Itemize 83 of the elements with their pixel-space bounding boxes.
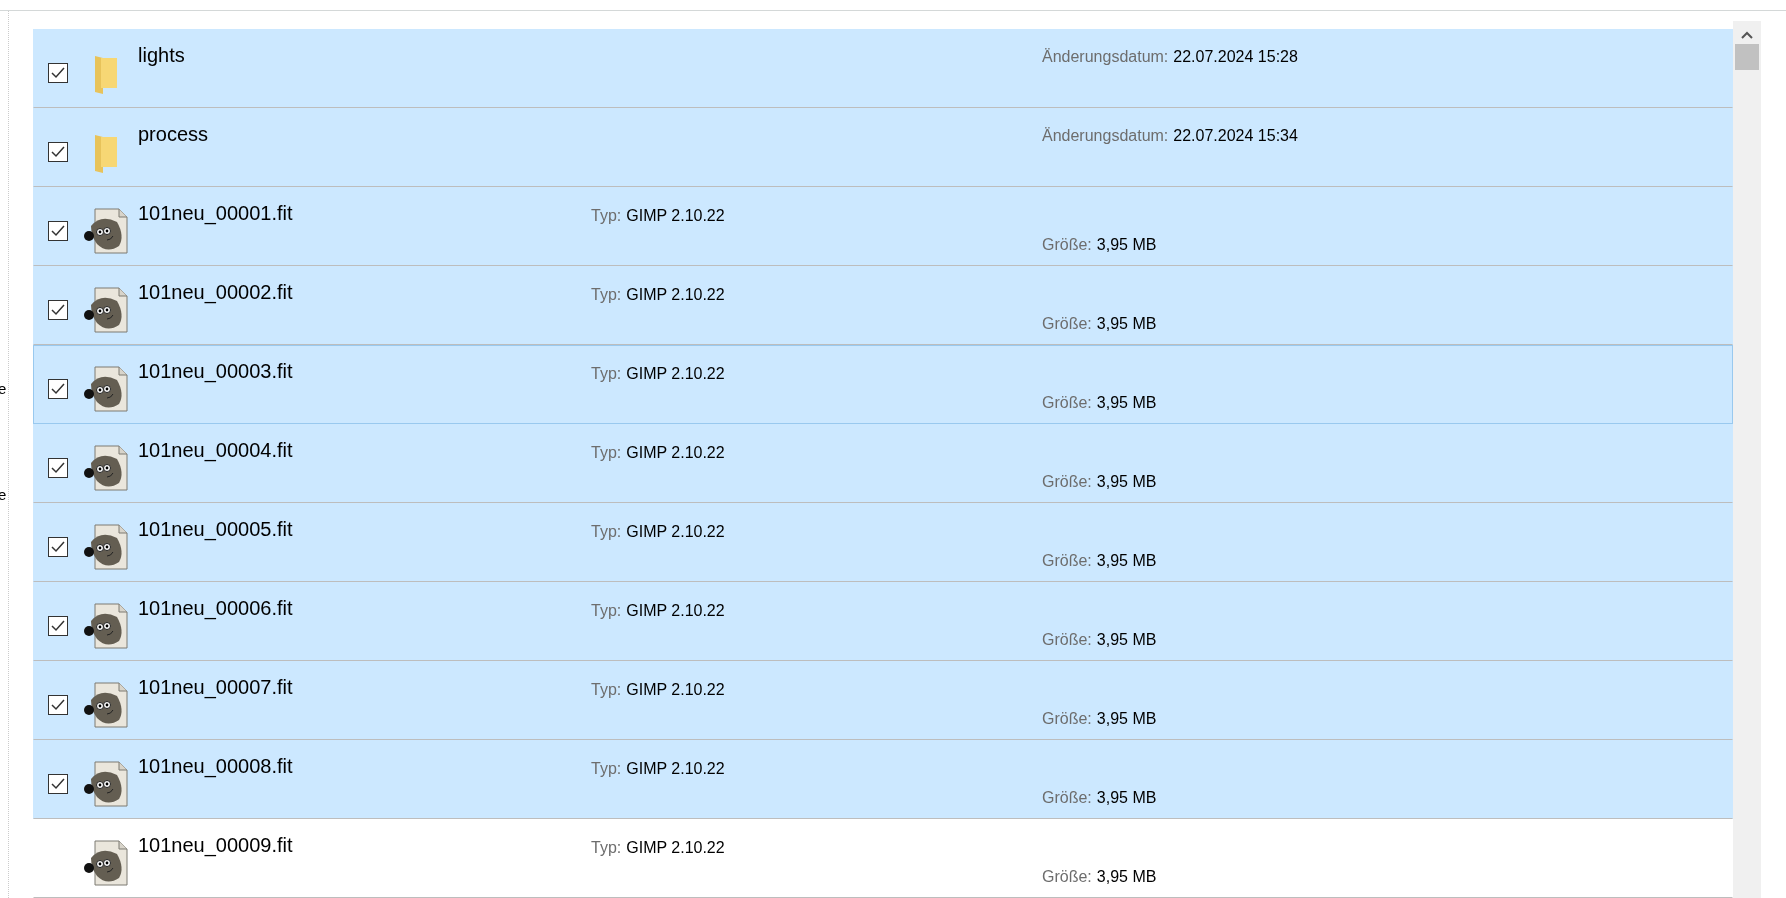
image-file-icon — [81, 600, 131, 651]
size-label: Größe: — [1042, 789, 1092, 806]
checkbox[interactable] — [48, 378, 68, 399]
size-label: Größe: — [1042, 868, 1092, 885]
type-label: Typ: — [591, 286, 622, 303]
size-value: 3,95 MB — [1096, 552, 1157, 569]
image-file-icon — [81, 363, 131, 414]
date-value: 22.07.2024 15:34 — [1173, 127, 1298, 144]
file-name: 101neu_00006.fit — [138, 597, 293, 619]
checkbox[interactable] — [48, 141, 68, 162]
scrollbar-thumb[interactable] — [1735, 44, 1759, 70]
file-row[interactable]: 101neu_00006.fit Typ: GIMP 2.10.22 Größe: 3,95 MB — [33, 582, 1733, 661]
file-row[interactable]: lights Änderungsdatum: 22.07.2024 15:28 — [33, 29, 1733, 108]
file-row[interactable]: 101neu_00001.fit Typ: GIMP 2.10.22 Größe: 3,95 MB — [33, 187, 1733, 266]
size-value: 3,95 MB — [1096, 394, 1157, 411]
type-label: Typ: — [591, 523, 622, 540]
image-file-icon — [81, 205, 131, 256]
checkbox[interactable] — [48, 220, 68, 241]
size-value: 3,95 MB — [1096, 710, 1157, 727]
size-value: 3,95 MB — [1096, 236, 1157, 253]
checkbox[interactable] — [48, 615, 68, 636]
type-value: GIMP 2.10.22 — [626, 681, 725, 698]
type-label: Typ: — [591, 207, 622, 224]
checkbox[interactable] — [48, 773, 68, 794]
file-row[interactable]: 101neu_00007.fit Typ: GIMP 2.10.22 Größe: 3,95 MB — [33, 661, 1733, 740]
file-row[interactable]: 101neu_00008.fit Typ: GIMP 2.10.22 Größe: 3,95 MB — [33, 740, 1733, 819]
checkbox[interactable] — [48, 299, 68, 320]
date-label: Änderungsdatum: — [1042, 48, 1169, 65]
checkbox[interactable] — [48, 62, 68, 83]
type-value: GIMP 2.10.22 — [626, 602, 725, 619]
size-label: Größe: — [1042, 710, 1092, 727]
type-value: GIMP 2.10.22 — [626, 839, 725, 856]
size-label: Größe: — [1042, 473, 1092, 490]
size-value: 3,95 MB — [1096, 473, 1157, 490]
image-file-icon — [81, 679, 131, 730]
file-name: 101neu_00001.fit — [138, 202, 293, 224]
file-name: process — [138, 123, 209, 145]
type-value: GIMP 2.10.22 — [626, 207, 725, 224]
file-row[interactable]: 101neu_00002.fit Typ: GIMP 2.10.22 Größe: 3,95 MB — [33, 266, 1733, 345]
image-file-icon — [81, 284, 131, 335]
checkbox[interactable] — [48, 694, 68, 715]
file-row[interactable]: 101neu_00005.fit Typ: GIMP 2.10.22 Größe: 3,95 MB — [33, 503, 1733, 582]
type-value: GIMP 2.10.22 — [626, 286, 725, 303]
image-file-icon — [81, 758, 131, 809]
type-value: GIMP 2.10.22 — [626, 444, 725, 461]
size-value: 3,95 MB — [1096, 789, 1157, 806]
file-name: 101neu_00004.fit — [138, 439, 293, 461]
type-label: Typ: — [591, 839, 622, 856]
size-value: 3,95 MB — [1096, 868, 1157, 885]
type-value: GIMP 2.10.22 — [626, 760, 725, 777]
type-label: Typ: — [591, 365, 622, 382]
file-name: 101neu_00002.fit — [138, 281, 293, 303]
file-row[interactable]: process Änderungsdatum: 22.07.2024 15:34 — [33, 108, 1733, 187]
file-name: 101neu_00008.fit — [138, 755, 293, 777]
type-label: Typ: — [591, 444, 622, 461]
image-file-icon — [81, 837, 131, 888]
file-name: lights — [138, 44, 185, 66]
size-label: Größe: — [1042, 631, 1092, 648]
file-row[interactable]: 101neu_00004.fit Typ: GIMP 2.10.22 Größe: 3,95 MB — [33, 424, 1733, 503]
size-value: 3,95 MB — [1096, 315, 1157, 332]
file-row[interactable]: 101neu_00003.fit Typ: GIMP 2.10.22 Größe: 3,95 MB — [33, 345, 1733, 424]
size-label: Größe: — [1042, 552, 1092, 569]
size-label: Größe: — [1042, 394, 1092, 411]
size-value: 3,95 MB — [1096, 631, 1157, 648]
type-label: Typ: — [591, 760, 622, 777]
image-file-icon — [81, 521, 131, 572]
image-file-icon — [81, 442, 131, 493]
scroll-up-icon[interactable] — [1741, 31, 1753, 39]
file-name: 101neu_00007.fit — [138, 676, 293, 698]
scrollbar[interactable] — [1733, 21, 1761, 898]
size-label: Größe: — [1042, 236, 1092, 253]
file-name: 101neu_00003.fit — [138, 360, 293, 382]
size-label: Größe: — [1042, 315, 1092, 332]
file-name: 101neu_00005.fit — [138, 518, 293, 540]
checkbox[interactable] — [48, 536, 68, 557]
type-label: Typ: — [591, 602, 622, 619]
type-value: GIMP 2.10.22 — [626, 365, 725, 382]
type-label: Typ: — [591, 681, 622, 698]
file-name: 101neu_00009.fit — [138, 834, 293, 856]
checkbox[interactable] — [48, 457, 68, 478]
date-label: Änderungsdatum: — [1042, 127, 1169, 144]
date-value: 22.07.2024 15:28 — [1173, 48, 1298, 65]
type-value: GIMP 2.10.22 — [626, 523, 725, 540]
